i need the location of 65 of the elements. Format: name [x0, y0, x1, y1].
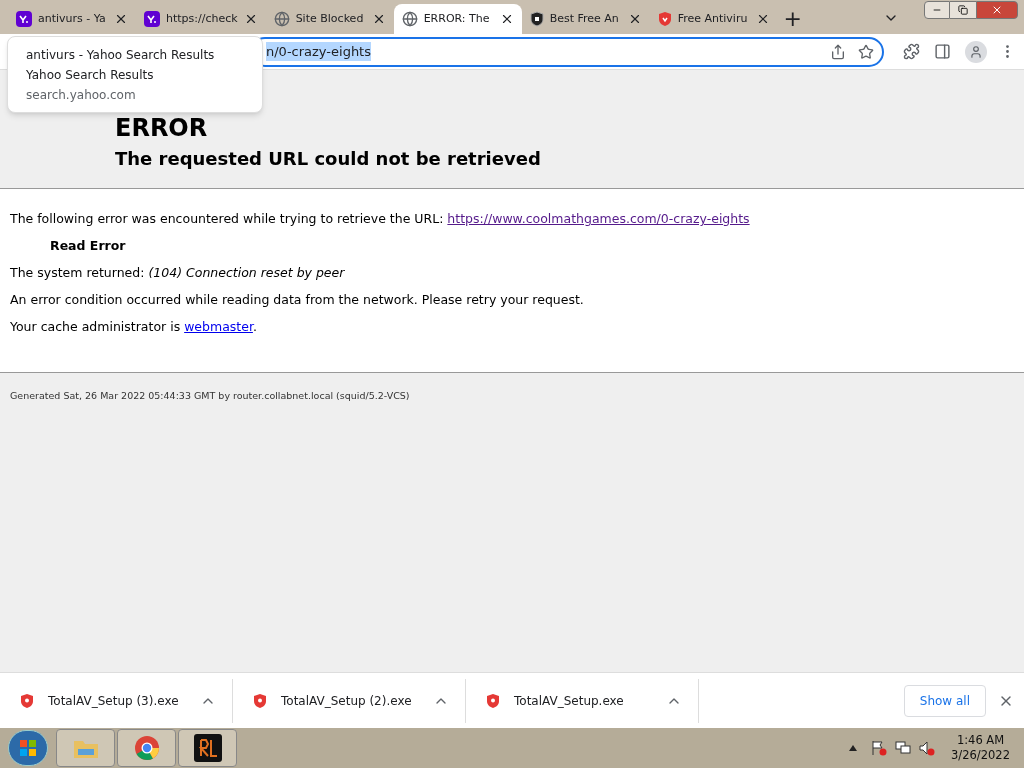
globe-icon	[273, 11, 290, 27]
url-text: n/0-crazy-eights	[266, 41, 371, 62]
tab-title: https://check	[166, 10, 238, 27]
new-tab-button[interactable]: +	[777, 4, 808, 34]
globe-icon	[401, 11, 418, 27]
shield-icon	[253, 692, 267, 709]
download-item[interactable]: TotalAV_Setup.exe	[466, 678, 699, 723]
period-text: .	[252, 319, 257, 334]
tab-title: Free Antiviru	[677, 10, 749, 27]
file-name: TotalAV_Setup (2).exe	[281, 692, 413, 710]
browser-tab[interactable]: https://check	[136, 4, 266, 34]
browser-tab[interactable]: Free Antiviru	[649, 4, 778, 34]
show-all-button[interactable]: Show all	[903, 684, 986, 717]
close-icon[interactable]	[114, 12, 128, 26]
extensions-icon[interactable]	[903, 43, 920, 60]
yahoo-icon	[144, 11, 160, 27]
minimize-button[interactable]	[924, 1, 950, 19]
shield-icon	[486, 692, 500, 709]
yahoo-icon	[16, 11, 32, 27]
tab-title: antivurs - Ya	[38, 10, 107, 27]
error-subheading: The requested URL could not be retrieved	[115, 147, 542, 171]
browser-tab[interactable]: antivurs - Ya	[8, 4, 136, 34]
tooltip-title: antivurs - Yahoo Search Results	[26, 47, 216, 64]
system-message: (104) Connection reset by peer	[148, 265, 345, 280]
close-icon	[991, 4, 1003, 16]
profile-icon[interactable]	[965, 40, 987, 63]
restore-button[interactable]	[950, 1, 976, 19]
tooltip-domain: search.yahoo.com	[26, 87, 137, 104]
tab-title: ERROR: The	[423, 10, 491, 27]
system-label: The system returned:	[10, 265, 145, 280]
webmaster-link[interactable]: webmaster	[184, 319, 253, 334]
file-name: TotalAV_Setup (3).exe	[48, 692, 180, 710]
share-icon[interactable]	[830, 43, 846, 60]
shield-icon	[657, 11, 672, 27]
shield-icon	[529, 11, 544, 27]
browser-tab[interactable]: ERROR: The	[393, 4, 522, 34]
intro-text: The following error was encountered while trying to retrieve the URL:	[10, 211, 444, 226]
error-description: An error condition occurred while reading data from the network. Please retry your request.	[10, 291, 585, 309]
url-link[interactable]: https://www.coolmathgames.com/0-crazy-eights	[447, 211, 750, 226]
clock-date: 3/26/2022	[951, 748, 1010, 763]
tooltip-subtitle: Yahoo Search Results	[26, 67, 155, 84]
shield-icon	[20, 692, 34, 709]
tab-title: Site Blocked	[295, 10, 365, 27]
browser-tab[interactable]: Best Free An	[521, 4, 650, 34]
start-button[interactable]	[8, 730, 48, 766]
volume-icon[interactable]	[919, 740, 936, 756]
four-squares-icon	[19, 739, 37, 757]
tab-title: Best Free An	[549, 10, 620, 27]
tray-arrow-icon[interactable]	[849, 745, 858, 751]
clock-time: 1:46 AM	[956, 733, 1005, 748]
flag-icon[interactable]	[871, 740, 888, 756]
error-heading: ERROR	[115, 115, 209, 141]
error-name: Read Error	[50, 237, 127, 255]
star-icon[interactable]	[858, 43, 874, 60]
admin-text: Your cache administrator is	[10, 319, 181, 334]
footer-text: Generated Sat, 26 Mar 2022 05:44:33 GMT by router.collabnet.local (squid/5.2-VCS)	[10, 390, 410, 401]
side-panel-icon[interactable]	[934, 43, 951, 60]
download-item[interactable]: TotalAV_Setup (3).exe	[0, 678, 233, 723]
app-icon[interactable]	[178, 729, 237, 767]
browser-tab[interactable]: Site Blocked	[265, 4, 394, 34]
file-name: TotalAV_Setup.exe	[514, 692, 625, 710]
download-item[interactable]: TotalAV_Setup (2).exe	[233, 678, 466, 723]
network-icon[interactable]	[895, 740, 912, 756]
clock[interactable]: 1:46 AM 3/26/2022	[951, 733, 1010, 763]
restore-icon	[958, 5, 968, 15]
